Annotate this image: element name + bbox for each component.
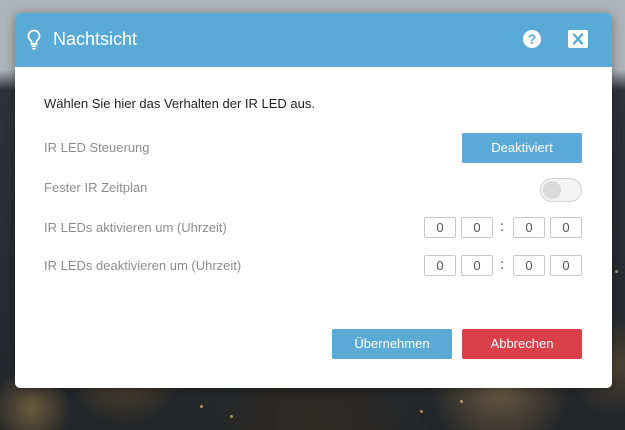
activate-hour-tens-input[interactable]: 0 [424,217,456,238]
help-icon[interactable]: ? [523,30,541,48]
dialog-header: Nachtsicht ? [15,13,612,67]
apply-button[interactable]: Übernehmen [332,329,452,359]
activate-hour-ones-input[interactable]: 0 [461,217,493,238]
cancel-button[interactable]: Abbrechen [462,329,582,359]
fixed-schedule-toggle[interactable] [540,178,582,202]
toggle-knob [543,181,561,199]
lightbulb-icon [27,29,41,50]
ir-led-control-label: IR LED Steuerung [44,140,150,155]
night-vision-dialog: Nachtsicht ? Wählen Sie hier das Verhalt… [15,13,612,388]
fixed-schedule-label: Fester IR Zeitplan [44,180,148,195]
deactivate-minute-ones-input[interactable]: 0 [550,255,582,276]
activate-minute-ones-input[interactable]: 0 [550,217,582,238]
time-separator: : [500,256,504,272]
activate-minute-tens-input[interactable]: 0 [513,217,545,238]
deactivate-hour-tens-input[interactable]: 0 [424,255,456,276]
deactivate-time-label: IR LEDs deaktivieren um (Uhrzeit) [44,258,242,273]
intro-text: Wählen Sie hier das Verhalten der IR LED… [44,96,315,111]
ir-led-mode-button[interactable]: Deaktiviert [462,133,582,163]
dialog-title: Nachtsicht [53,29,138,49]
time-separator: : [500,218,504,234]
close-icon[interactable] [568,30,588,48]
deactivate-hour-ones-input[interactable]: 0 [461,255,493,276]
deactivate-minute-tens-input[interactable]: 0 [513,255,545,276]
activate-time-label: IR LEDs aktivieren um (Uhrzeit) [44,220,227,235]
